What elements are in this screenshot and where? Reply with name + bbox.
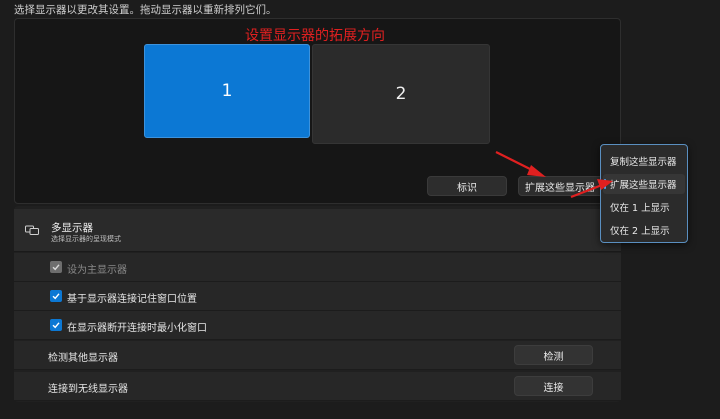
setting-row-minimize: 在显示器断开连接时最小化窗口 bbox=[14, 311, 621, 340]
remember-positions-checkbox[interactable] bbox=[50, 290, 62, 302]
setting-row-detect: 检测其他显示器 检测 bbox=[14, 341, 621, 370]
dropdown-option-duplicate[interactable]: 复制这些显示器 bbox=[603, 151, 685, 171]
setting-row-remember-positions: 基于显示器连接记住窗口位置 bbox=[14, 282, 621, 311]
selection-indicator bbox=[604, 179, 606, 189]
dropdown-option-extend-label: 扩展这些显示器 bbox=[610, 180, 677, 191]
detect-other-label: 检测其他显示器 bbox=[48, 353, 118, 364]
monitor-2[interactable]: 2 bbox=[312, 44, 490, 144]
minimize-windows-checkbox[interactable] bbox=[50, 319, 62, 331]
connect-wireless-label: 连接到无线显示器 bbox=[48, 384, 128, 395]
multiple-displays-header[interactable]: 多显示器 选择显示器的呈现模式 bbox=[14, 209, 621, 252]
detect-button[interactable]: 检测 bbox=[514, 345, 593, 365]
remember-positions-label: 基于显示器连接记住窗口位置 bbox=[67, 294, 197, 305]
checkmark-icon bbox=[52, 322, 60, 329]
multi-monitor-icon bbox=[25, 225, 39, 235]
minimize-windows-label: 在显示器断开连接时最小化窗口 bbox=[67, 323, 207, 334]
display-arrangement-panel: 设置显示器的拓展方向 1 2 标识 扩展这些显示器 bbox=[14, 18, 621, 204]
monitor-1[interactable]: 1 bbox=[144, 44, 310, 138]
monitor-2-label: 2 bbox=[395, 84, 407, 104]
setting-row-primary: 设为主显示器 bbox=[14, 253, 621, 282]
identify-button[interactable]: 标识 bbox=[427, 176, 507, 196]
checkmark-icon bbox=[52, 264, 60, 271]
multiple-displays-title: 多显示器 bbox=[51, 222, 93, 234]
checkmark-icon bbox=[52, 293, 60, 300]
primary-display-label: 设为主显示器 bbox=[67, 265, 127, 276]
annotation-title: 设置显示器的拓展方向 bbox=[245, 28, 385, 44]
connect-button[interactable]: 连接 bbox=[514, 376, 593, 396]
setting-row-wireless: 连接到无线显示器 连接 bbox=[14, 372, 621, 401]
multiple-displays-card: 多显示器 选择显示器的呈现模式 设为主显示器 基于显示器连接记住窗口位置 在显示… bbox=[14, 206, 621, 402]
monitor-1-label: 1 bbox=[221, 81, 233, 101]
instruction-text: 选择显示器以更改其设置。拖动显示器以重新排列它们。 bbox=[14, 4, 277, 16]
dropdown-option-only-1[interactable]: 仅在 1 上显示 bbox=[603, 197, 685, 217]
multiple-displays-subtitle: 选择显示器的呈现模式 bbox=[51, 235, 121, 243]
dropdown-option-extend[interactable]: 扩展这些显示器 bbox=[603, 174, 685, 194]
primary-display-checkbox[interactable] bbox=[50, 261, 62, 273]
dropdown-option-only-2[interactable]: 仅在 2 上显示 bbox=[603, 220, 685, 240]
display-mode-dropdown: 复制这些显示器 扩展这些显示器 仅在 1 上显示 仅在 2 上显示 bbox=[600, 144, 688, 243]
